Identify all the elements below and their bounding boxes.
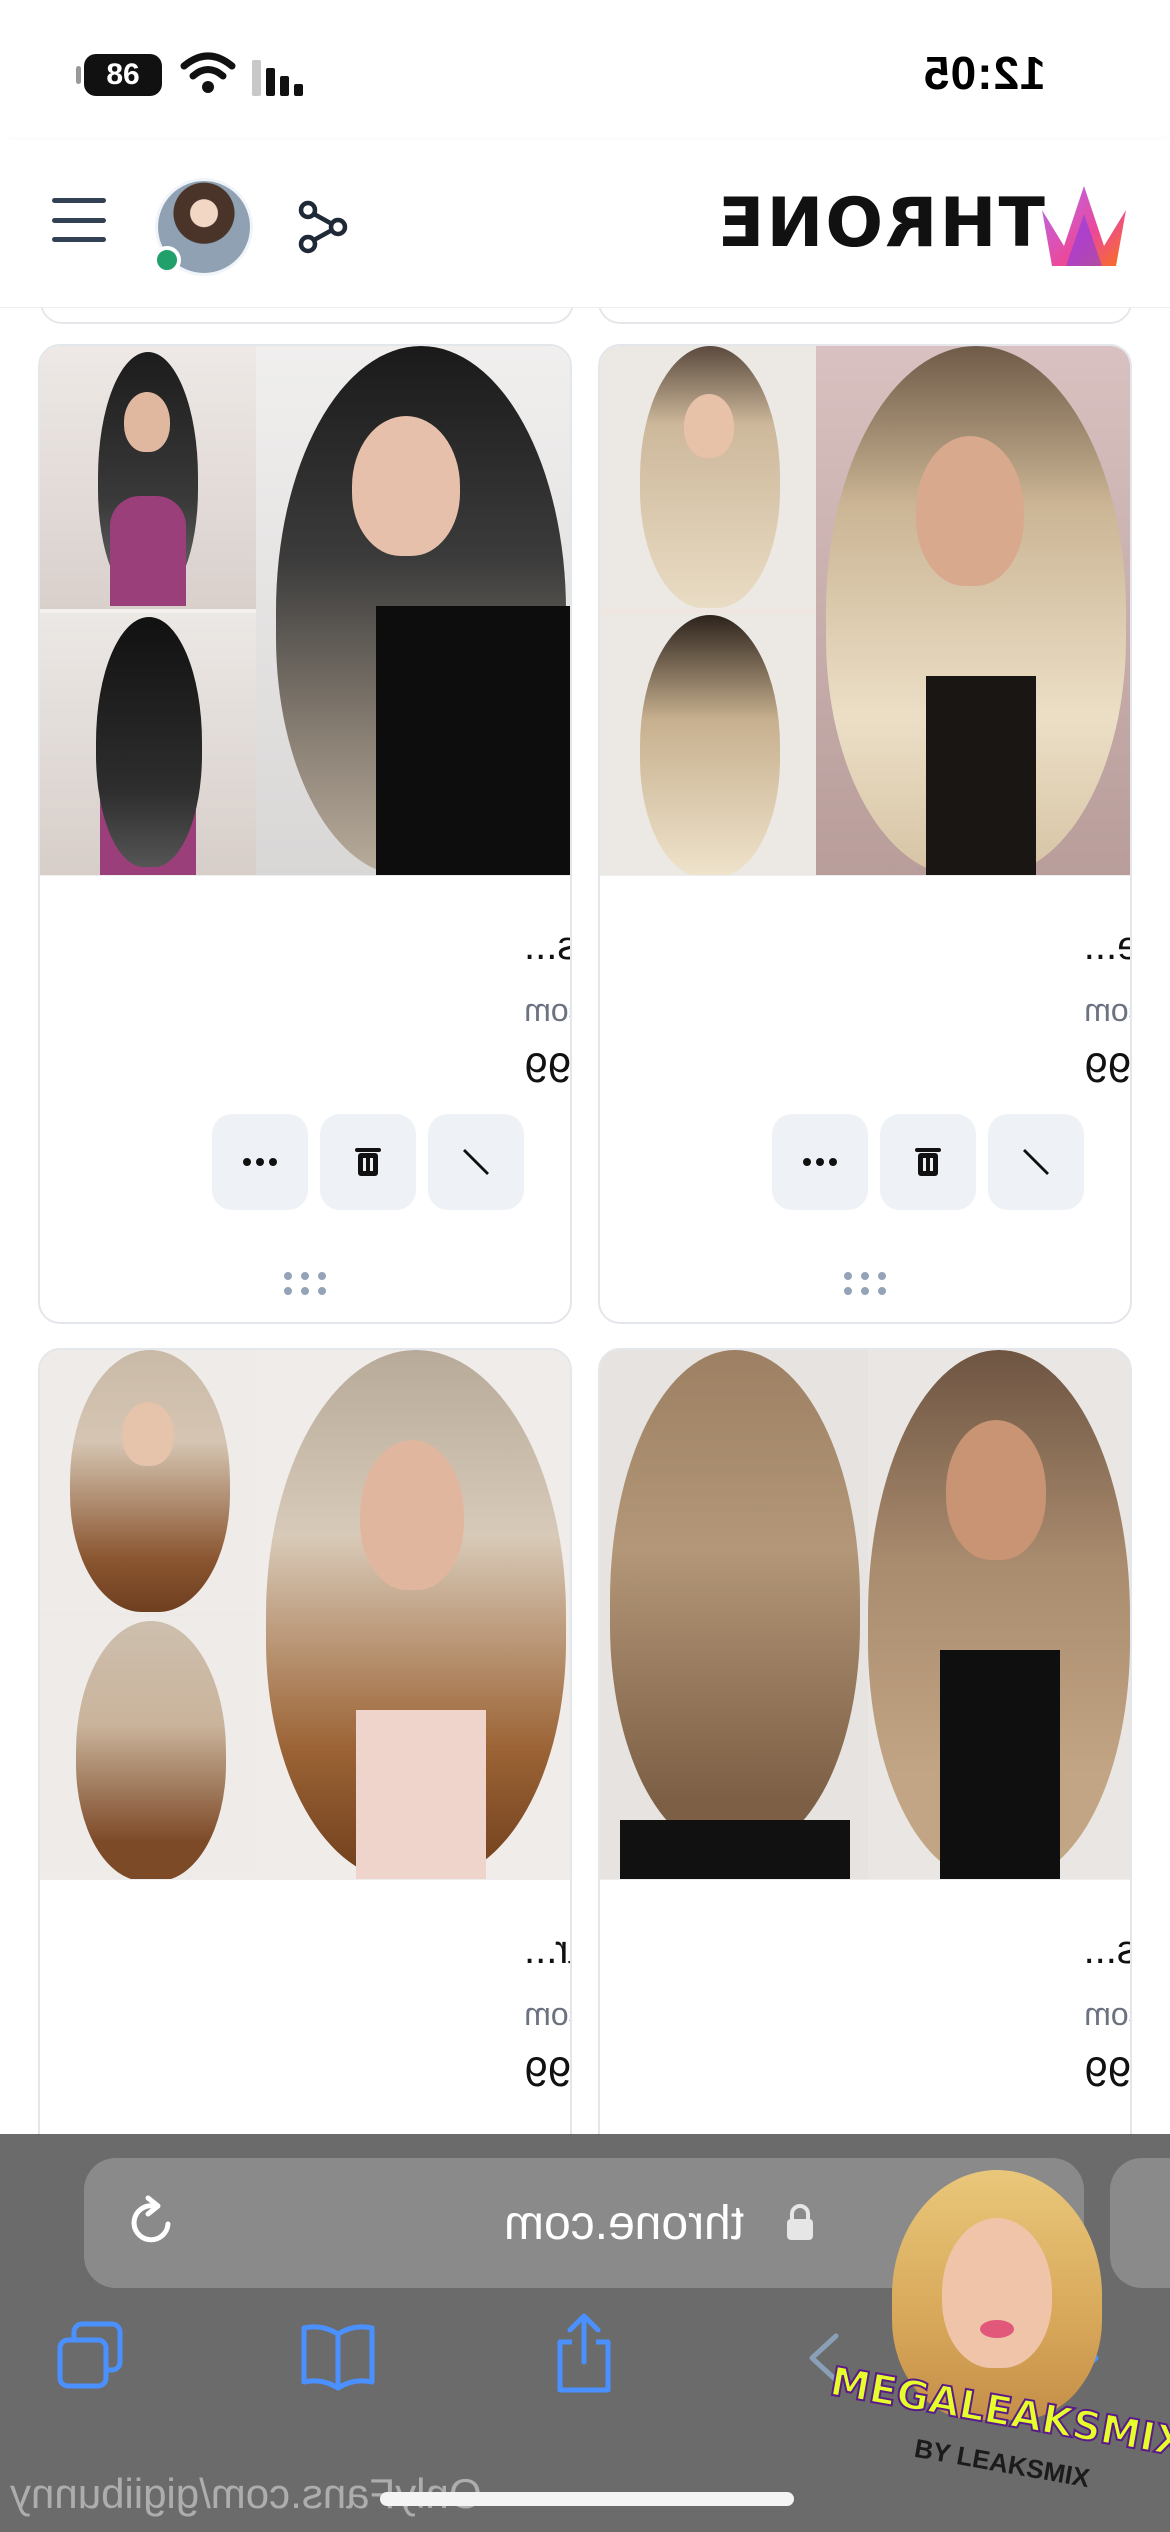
product-card[interactable]: Allbell Blonde... amazon.com $25.99	[598, 344, 1132, 1324]
edit-button[interactable]	[988, 1114, 1084, 1210]
product-image[interactable]	[600, 346, 1130, 876]
share-network-icon[interactable]	[296, 200, 350, 254]
product-price: $26.99	[524, 2048, 571, 2095]
product-source: amazon.com	[524, 1996, 570, 2032]
trash-icon	[355, 1148, 381, 1176]
product-price: $25.99	[524, 1044, 571, 1091]
product-price: $26.99	[1084, 2048, 1131, 2095]
trash-icon	[915, 1148, 941, 1176]
bookmarks-icon[interactable]	[298, 2318, 378, 2394]
product-title[interactable]: Doremiy Ombre Dar...	[524, 1928, 570, 1973]
product-card[interactable]: Doremiy Ombre Dar... amazon.com $26.99	[38, 1348, 572, 2134]
previous-card-edge	[40, 308, 574, 324]
drag-handle-icon[interactable]	[844, 1272, 886, 1295]
product-title[interactable]: Allbell Brown Wigs...	[1084, 1928, 1130, 1973]
more-icon	[243, 1158, 277, 1166]
pencil-icon	[1023, 1149, 1049, 1175]
menu-icon[interactable]	[52, 198, 106, 242]
more-icon	[803, 1158, 837, 1166]
pencil-icon	[463, 1149, 489, 1175]
product-image[interactable]	[600, 1350, 1130, 1880]
product-source: amazon.com	[1084, 992, 1130, 1028]
lock-icon	[787, 2204, 813, 2240]
product-card[interactable]: Allbell Black Wigs... amazon.com $25.99	[38, 344, 572, 1324]
cellular-signal-icon	[252, 58, 303, 96]
battery-indicator: 86	[76, 54, 162, 96]
wifi-icon	[180, 52, 236, 93]
product-price: $25.99	[1084, 1044, 1131, 1091]
status-time: 12:05	[923, 47, 1046, 99]
drag-handle-icon[interactable]	[284, 1272, 326, 1295]
delete-button[interactable]	[880, 1114, 976, 1210]
wishlist-grid: Allbell Black Wigs... amazon.com $25.99	[0, 308, 1170, 2134]
previous-card-edge	[598, 308, 1132, 324]
product-title[interactable]: Allbell Black Wigs...	[524, 924, 570, 969]
product-image[interactable]	[40, 1350, 570, 1880]
status-bar: 86 12:05	[0, 0, 1170, 140]
crown-logo-icon[interactable]	[1036, 184, 1132, 268]
product-title[interactable]: Allbell Blonde...	[1084, 924, 1130, 969]
brand-logo-text[interactable]: THRONE	[716, 184, 1045, 263]
watermark-sticker: MEGALEAKSMIX.COM BY LEAKSMIX	[822, 2170, 1170, 2532]
reload-icon[interactable]	[124, 2194, 180, 2250]
tabs-icon[interactable]	[52, 2318, 128, 2394]
product-source: amazon.com	[1084, 1996, 1130, 2032]
more-button[interactable]	[772, 1114, 868, 1210]
product-card[interactable]: Allbell Brown Wigs... amazon.com $26.99	[598, 1348, 1132, 2134]
share-icon[interactable]	[548, 2310, 620, 2396]
delete-button[interactable]	[320, 1114, 416, 1210]
home-indicator[interactable]	[380, 2492, 794, 2506]
edit-button[interactable]	[428, 1114, 524, 1210]
product-source: amazon.com	[524, 992, 570, 1028]
product-image[interactable]	[40, 346, 570, 876]
url-text[interactable]: throne.com	[504, 2196, 744, 2251]
more-button[interactable]	[212, 1114, 308, 1210]
app-header: THRONE	[0, 140, 1170, 308]
online-status-dot	[153, 246, 181, 274]
